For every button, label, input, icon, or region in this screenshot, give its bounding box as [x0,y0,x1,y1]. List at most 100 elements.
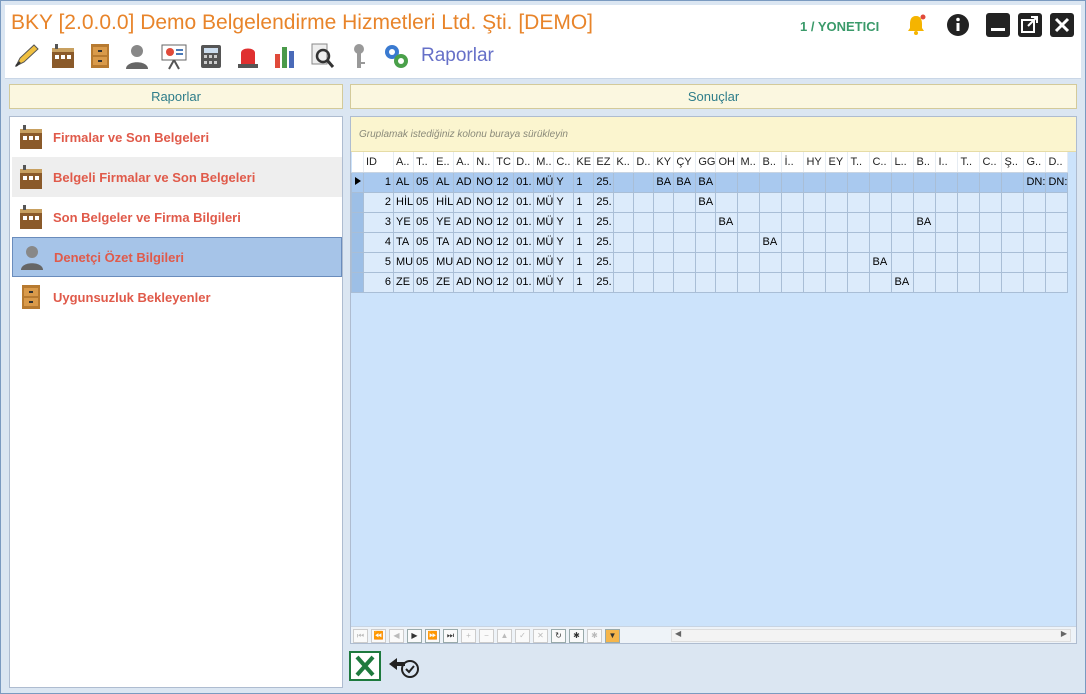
table-cell[interactable] [847,191,871,213]
table-cell[interactable]: TA [433,231,455,253]
table-cell[interactable]: 05 [413,231,435,253]
table-cell[interactable] [935,191,959,213]
table-cell[interactable] [935,251,959,273]
table-cell[interactable] [633,231,655,253]
table-cell[interactable] [781,191,805,213]
column-header[interactable]: D.. [1045,152,1069,173]
table-cell[interactable]: Y [553,251,575,273]
table-cell[interactable] [613,271,635,293]
table-cell[interactable]: YE [433,211,455,233]
table-cell[interactable] [979,191,1003,213]
table-cell[interactable] [737,191,761,213]
table-row[interactable]: 4 TA 05 TA AD NO 12 01. MÜ Y 1 25. BA [351,231,1069,253]
table-cell[interactable] [613,231,635,253]
column-header[interactable]: A.. [393,152,415,173]
table-cell[interactable] [695,271,717,293]
table-cell[interactable] [715,231,739,253]
table-cell[interactable] [803,211,827,233]
next-record-button[interactable]: ▶ [407,628,422,643]
table-cell[interactable] [869,211,893,233]
table-cell[interactable] [803,231,827,253]
table-cell[interactable]: 5 [363,251,394,273]
table-row[interactable]: 2 HİL 05 HİL AD NO 12 01. MÜ Y 1 25. BA [351,191,1069,213]
table-cell[interactable]: 01. [513,231,535,253]
table-cell[interactable] [891,211,915,233]
table-cell[interactable] [737,231,761,253]
table-cell[interactable] [1023,251,1047,273]
table-cell[interactable]: 3 [363,211,394,233]
table-cell[interactable] [957,211,981,233]
column-header[interactable]: EZ [593,152,615,173]
table-cell[interactable]: 25. [593,251,615,273]
table-cell[interactable] [1001,231,1025,253]
table-cell[interactable] [633,191,655,213]
table-cell[interactable]: AD [453,191,475,213]
table-cell[interactable]: 25. [593,211,615,233]
report-item-belgeli-firmalar[interactable]: Belgeli Firmalar ve Son Belgeleri [12,157,342,197]
table-cell[interactable] [957,231,981,253]
gears-icon[interactable] [381,41,411,71]
table-cell[interactable]: BA [891,271,915,293]
table-cell[interactable] [653,271,675,293]
table-cell[interactable]: NO [473,191,495,213]
column-header[interactable]: I.. [935,152,959,173]
table-cell[interactable]: 05 [413,191,435,213]
table-cell[interactable] [1023,271,1047,293]
table-cell[interactable]: NO [473,271,495,293]
table-cell[interactable]: 1 [573,251,595,273]
table-cell[interactable] [1001,191,1025,213]
table-cell[interactable]: MÜ [533,191,555,213]
table-cell[interactable] [957,171,981,193]
table-cell[interactable] [803,251,827,273]
alarm-light-icon[interactable] [233,41,263,71]
table-cell[interactable]: 4 [363,231,394,253]
table-cell[interactable]: BA [913,211,937,233]
column-header[interactable]: OH [715,152,739,173]
table-cell[interactable]: 12 [493,171,515,193]
table-cell[interactable]: 1 [573,211,595,233]
row-indicator[interactable] [351,251,364,273]
table-cell[interactable]: 01. [513,251,535,273]
magnifier-icon[interactable] [307,41,337,71]
table-cell[interactable] [825,271,849,293]
cabinet-icon[interactable] [85,41,115,71]
table-cell[interactable] [613,171,635,193]
table-cell[interactable]: 01. [513,211,535,233]
table-cell[interactable] [673,251,697,273]
column-header[interactable]: T.. [957,152,981,173]
person-icon[interactable] [122,41,152,71]
table-cell[interactable]: AD [453,271,475,293]
table-cell[interactable]: MU [392,251,415,273]
table-cell[interactable] [979,211,1003,233]
table-cell[interactable] [891,231,915,253]
table-cell[interactable] [781,171,805,193]
column-header[interactable]: GG [695,152,717,173]
insert-record-button[interactable]: + [461,628,476,643]
table-cell[interactable]: 12 [493,211,515,233]
table-cell[interactable] [847,271,871,293]
pen-icon[interactable] [11,41,41,71]
table-cell[interactable]: 6 [363,271,394,293]
refresh-record-button[interactable]: ↻ [551,628,566,643]
popout-icon[interactable] [1017,12,1043,38]
table-cell[interactable]: 1 [363,171,394,193]
table-cell[interactable]: HİL [433,191,455,213]
column-header[interactable]: K.. [613,152,635,173]
table-cell[interactable]: 01. [513,191,535,213]
column-header[interactable]: D.. [513,152,535,173]
table-cell[interactable]: MÜ [533,171,555,193]
table-cell[interactable] [847,251,871,273]
row-indicator[interactable] [351,211,364,233]
table-cell[interactable] [803,191,827,213]
table-cell[interactable] [803,271,827,293]
column-header[interactable]: L.. [891,152,915,173]
report-item-firmalar[interactable]: Firmalar ve Son Belgeleri [12,117,342,157]
report-item-denetci[interactable]: Denetçi Özet Bilgileri [12,237,342,277]
column-header[interactable]: C.. [869,152,893,173]
column-header[interactable]: ÇY [673,152,697,173]
cancel-record-button[interactable]: ✕ [533,628,548,643]
table-cell[interactable]: AL [392,171,415,193]
column-header[interactable]: KE [573,152,595,173]
table-cell[interactable] [957,271,981,293]
table-cell[interactable] [913,231,937,253]
